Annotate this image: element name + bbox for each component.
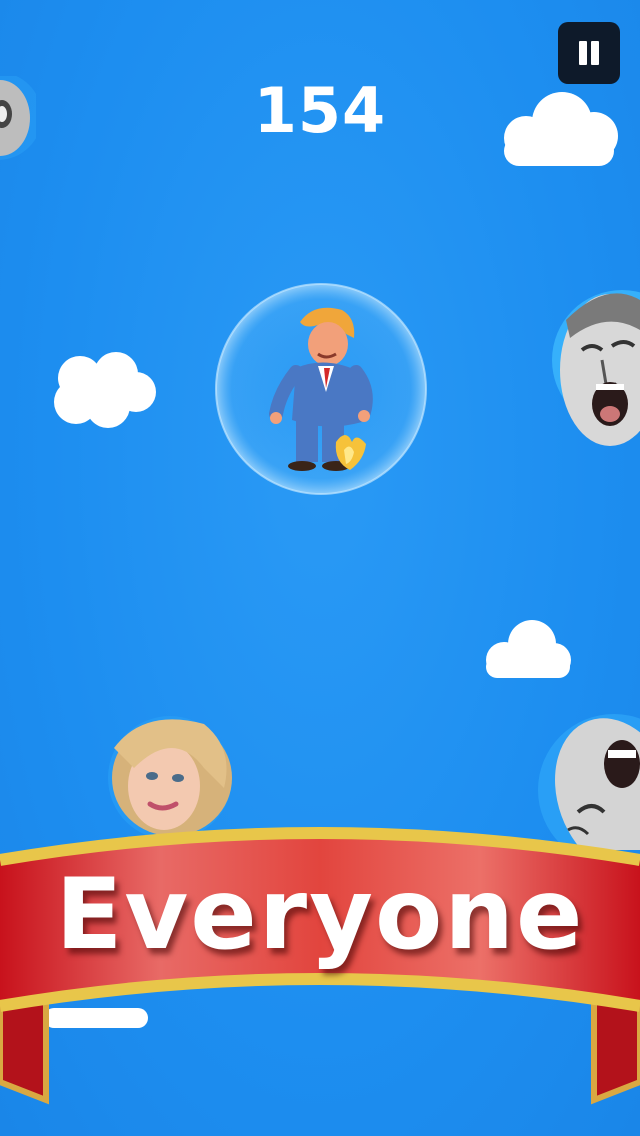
cloud [54,352,156,428]
game-stage[interactable]: 154 Everyone [0,0,640,1136]
pause-icon [591,41,599,65]
cloud [486,620,571,678]
player-character [215,283,427,495]
pause-button[interactable] [558,22,620,84]
banner-label: Everyone [55,858,585,972]
enemy-face-right-shouting [552,290,640,446]
enemy-face-blonde-woman [108,716,232,836]
score-counter: 154 [253,74,387,147]
pause-icon [579,41,587,65]
